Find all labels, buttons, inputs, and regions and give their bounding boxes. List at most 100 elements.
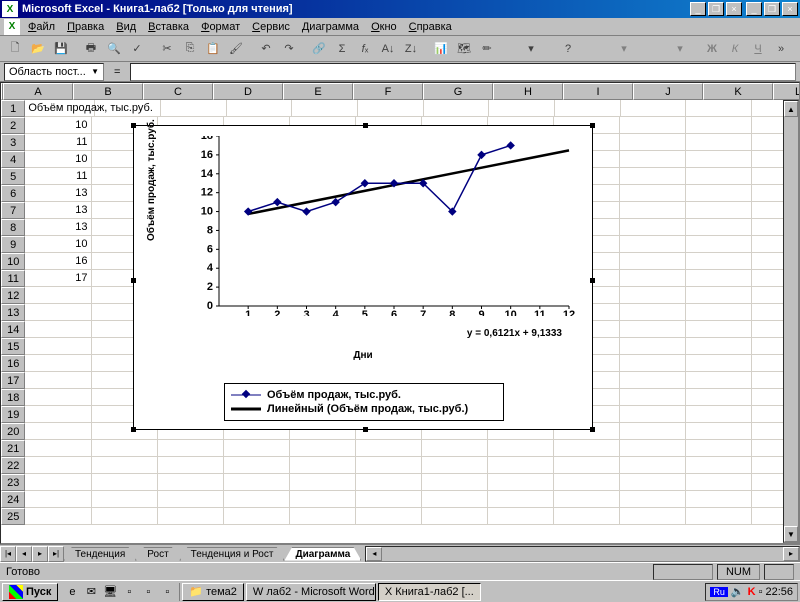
sheet-tab[interactable]: Тенденция bbox=[64, 547, 136, 561]
cell[interactable] bbox=[356, 474, 422, 491]
cell[interactable] bbox=[620, 423, 686, 440]
cell[interactable] bbox=[686, 151, 752, 168]
cell[interactable] bbox=[224, 440, 290, 457]
cell[interactable] bbox=[554, 491, 620, 508]
autosum-icon[interactable]: Σ bbox=[331, 38, 353, 60]
cell[interactable] bbox=[686, 406, 752, 423]
preview-icon[interactable]: 🔍 bbox=[103, 38, 125, 60]
cell[interactable] bbox=[686, 168, 752, 185]
cell[interactable] bbox=[620, 202, 686, 219]
cell[interactable] bbox=[686, 219, 752, 236]
cell[interactable] bbox=[356, 508, 422, 525]
cell[interactable] bbox=[227, 100, 293, 117]
map-icon[interactable]: 🗺 bbox=[453, 38, 475, 60]
cell[interactable] bbox=[25, 321, 91, 338]
size-select[interactable]: ▾ bbox=[660, 38, 700, 60]
cell[interactable] bbox=[424, 100, 490, 117]
paste-icon[interactable]: 📋 bbox=[202, 38, 224, 60]
row-header[interactable]: 9 bbox=[1, 236, 25, 253]
chart-handle[interactable] bbox=[363, 123, 368, 128]
cell[interactable] bbox=[158, 474, 224, 491]
row-header[interactable]: 14 bbox=[1, 321, 25, 338]
font-select[interactable]: ▾ bbox=[589, 38, 659, 60]
cell[interactable] bbox=[356, 440, 422, 457]
cell[interactable] bbox=[686, 508, 752, 525]
cell[interactable]: 11 bbox=[25, 168, 91, 185]
menu-диаграмма[interactable]: Диаграмма bbox=[296, 20, 365, 34]
cell[interactable] bbox=[158, 491, 224, 508]
redo-icon[interactable]: ↷ bbox=[278, 38, 300, 60]
cell[interactable] bbox=[92, 491, 158, 508]
cell[interactable] bbox=[92, 508, 158, 525]
undo-icon[interactable]: ↶ bbox=[255, 38, 277, 60]
cell[interactable] bbox=[292, 100, 358, 117]
print-icon[interactable]: 🖶 bbox=[80, 38, 102, 60]
doc-icon[interactable]: X bbox=[4, 19, 20, 35]
cell[interactable] bbox=[686, 474, 752, 491]
cell[interactable] bbox=[620, 440, 686, 457]
cell[interactable] bbox=[422, 440, 488, 457]
cell[interactable] bbox=[290, 508, 356, 525]
cell[interactable] bbox=[358, 100, 424, 117]
cell[interactable] bbox=[489, 100, 555, 117]
cell[interactable]: 10 bbox=[25, 236, 91, 253]
cell[interactable] bbox=[422, 457, 488, 474]
row-header[interactable]: 2 bbox=[1, 117, 25, 134]
underline-icon[interactable]: Ч bbox=[747, 38, 769, 60]
zoom-select[interactable]: ▾ bbox=[506, 38, 556, 60]
tab-next-icon[interactable]: ▸ bbox=[32, 546, 48, 562]
scroll-left-icon[interactable]: ◂ bbox=[366, 547, 382, 561]
doc-restore-button[interactable]: ❐ bbox=[708, 2, 724, 16]
cell[interactable] bbox=[25, 423, 91, 440]
row-header[interactable]: 13 bbox=[1, 304, 25, 321]
tab-prev-icon[interactable]: ◂ bbox=[16, 546, 32, 562]
doc-minimize-button[interactable]: _ bbox=[690, 2, 706, 16]
cell[interactable] bbox=[620, 491, 686, 508]
row-header[interactable]: 10 bbox=[1, 253, 25, 270]
cell[interactable] bbox=[158, 440, 224, 457]
sort-asc-icon[interactable]: A↓ bbox=[377, 38, 399, 60]
cell[interactable] bbox=[25, 508, 91, 525]
cell[interactable] bbox=[25, 474, 91, 491]
cell[interactable] bbox=[620, 321, 686, 338]
scroll-down-icon[interactable]: ▼ bbox=[784, 526, 798, 542]
tab-first-icon[interactable]: |◂ bbox=[0, 546, 16, 562]
cell[interactable] bbox=[686, 202, 752, 219]
cell[interactable] bbox=[290, 474, 356, 491]
outlook-icon[interactable]: ✉ bbox=[82, 583, 100, 601]
tray-icon[interactable]: K bbox=[748, 586, 756, 598]
cell[interactable] bbox=[686, 457, 752, 474]
cell[interactable] bbox=[158, 457, 224, 474]
cell[interactable] bbox=[224, 508, 290, 525]
cell[interactable] bbox=[555, 100, 621, 117]
column-header[interactable]: E bbox=[283, 83, 353, 100]
desktop-icon[interactable]: 🖥 bbox=[101, 583, 119, 601]
minimize-button[interactable]: _ bbox=[746, 2, 762, 16]
copy-icon[interactable]: ⎘ bbox=[179, 38, 201, 60]
italic-icon[interactable]: К bbox=[724, 38, 746, 60]
cell[interactable] bbox=[620, 457, 686, 474]
row-header[interactable]: 1 bbox=[1, 100, 25, 117]
chart-handle[interactable] bbox=[590, 123, 595, 128]
chevron-down-icon[interactable]: ▼ bbox=[91, 67, 99, 76]
column-header[interactable]: D bbox=[213, 83, 283, 100]
row-header[interactable]: 11 bbox=[1, 270, 25, 287]
cell[interactable] bbox=[620, 168, 686, 185]
cell[interactable]: 13 bbox=[25, 185, 91, 202]
cell[interactable] bbox=[620, 134, 686, 151]
cell[interactable] bbox=[290, 440, 356, 457]
row-header[interactable]: 23 bbox=[1, 474, 25, 491]
sheet-tab[interactable]: Рост bbox=[136, 547, 179, 561]
open-icon[interactable]: 📂 bbox=[27, 38, 49, 60]
cell[interactable] bbox=[620, 253, 686, 270]
row-header[interactable]: 25 bbox=[1, 508, 25, 525]
cell[interactable] bbox=[422, 474, 488, 491]
cell[interactable] bbox=[224, 474, 290, 491]
row-header[interactable]: 8 bbox=[1, 219, 25, 236]
cell[interactable] bbox=[356, 491, 422, 508]
formula-input[interactable] bbox=[130, 63, 796, 81]
cell[interactable] bbox=[686, 100, 752, 117]
menu-сервис[interactable]: Сервис bbox=[246, 20, 296, 34]
cell[interactable] bbox=[686, 117, 752, 134]
cell[interactable]: 13 bbox=[25, 202, 91, 219]
